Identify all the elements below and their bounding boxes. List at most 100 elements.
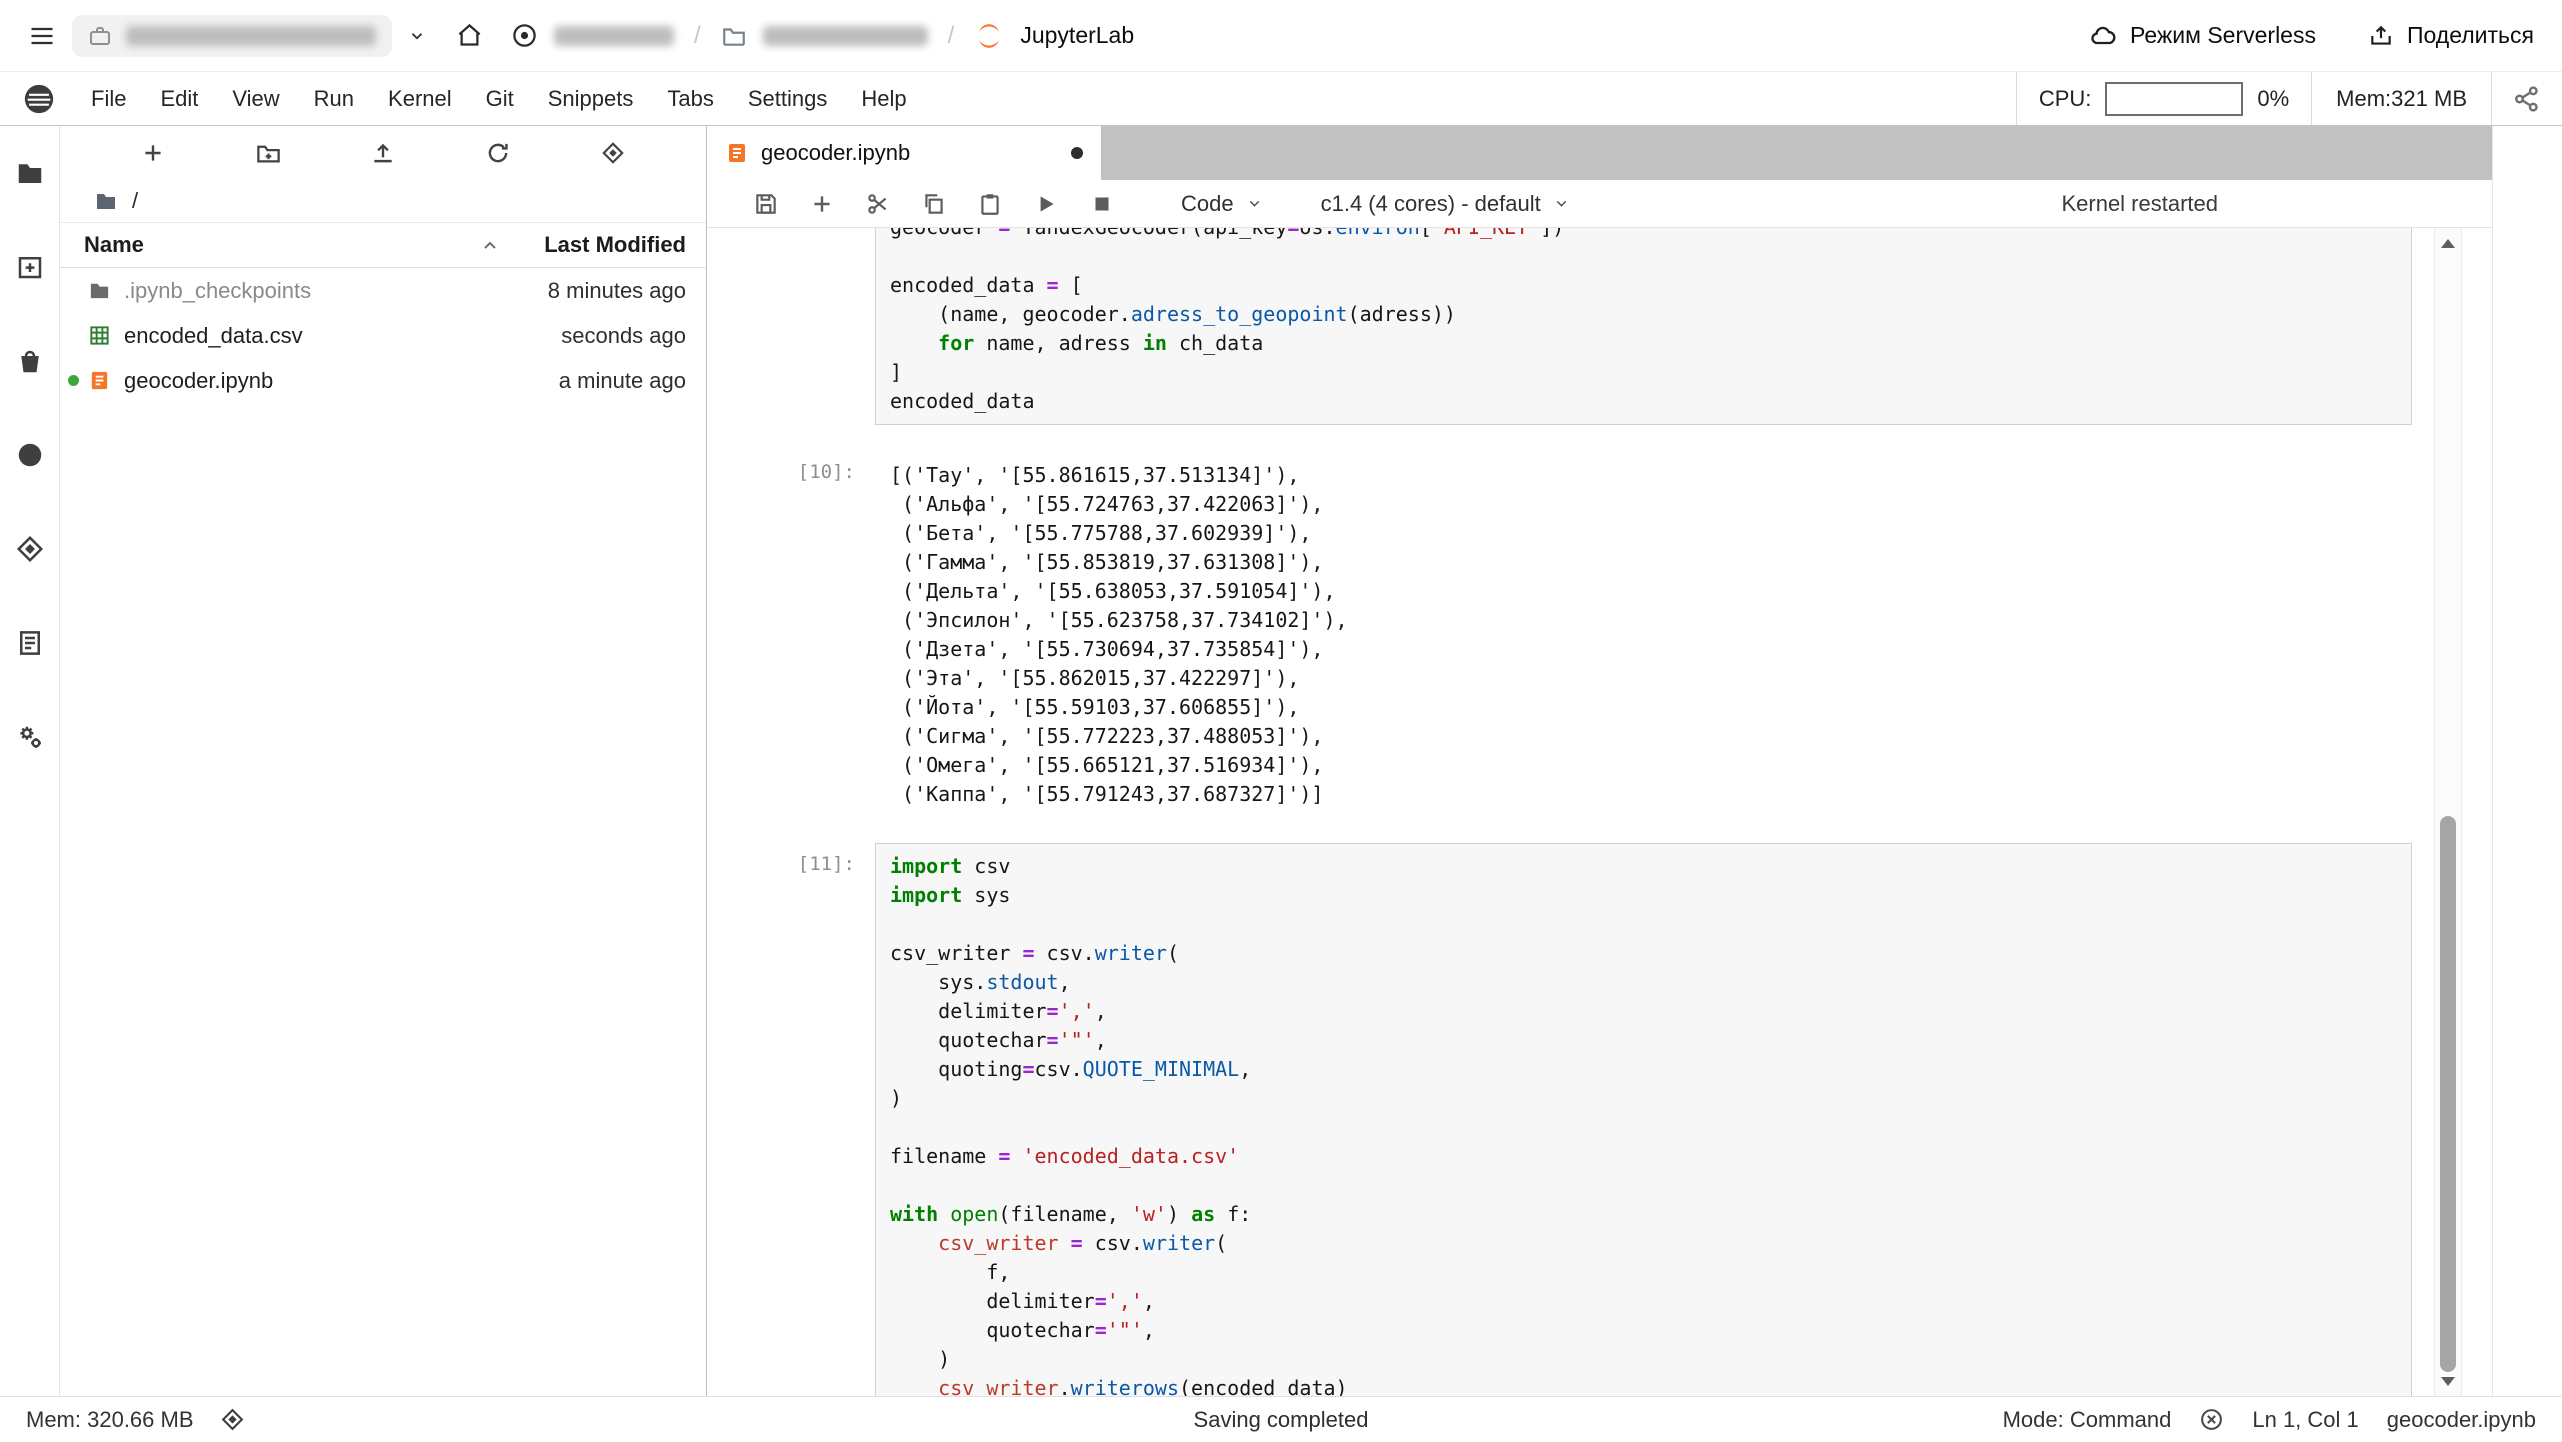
notebook-scrollbar[interactable] (2434, 228, 2462, 1396)
file-row[interactable]: encoded_data.csv seconds ago (60, 313, 706, 358)
breadcrumb-separator: / (694, 21, 701, 49)
upload-icon[interactable] (370, 140, 396, 166)
modified-column-label[interactable]: Last Modified (544, 232, 686, 258)
home-icon[interactable] (456, 22, 483, 49)
menu-snippets[interactable]: Snippets (531, 72, 651, 125)
workspace: / Name Last Modified .ipynb_checkpoints … (0, 126, 2562, 1396)
cell-type-value: Code (1181, 190, 1234, 216)
copy-icon[interactable] (921, 191, 947, 217)
cut-icon[interactable] (865, 191, 891, 217)
new-launcher-icon[interactable] (140, 140, 166, 166)
git-diamond-icon[interactable] (15, 534, 45, 564)
code-cell[interactable]: [11]: import csv import sys csv_writer = … (707, 843, 2492, 1396)
scroll-down-arrow[interactable] (2435, 1368, 2461, 1394)
top-bar: / / JupyterLab Режим Serverless Поделить… (0, 0, 2562, 72)
add-box-icon[interactable] (15, 252, 45, 282)
notifications-off-icon[interactable] (2199, 1407, 2224, 1432)
share-icon (2368, 23, 2394, 49)
stop-icon[interactable] (1089, 191, 1115, 217)
menu-git[interactable]: Git (469, 72, 531, 125)
redacted-project-name (126, 25, 376, 46)
file-name: .ipynb_checkpoints (124, 277, 312, 303)
datasphere-diamond-icon[interactable] (220, 1407, 245, 1432)
running-kernels-icon[interactable] (15, 440, 45, 470)
cpu-label: CPU: (2038, 85, 2092, 111)
menu-kernel[interactable]: Kernel (371, 72, 469, 125)
cpu-usage-meter (2105, 81, 2244, 116)
share-nodes-button[interactable] (2492, 72, 2562, 125)
menu-help[interactable]: Help (844, 72, 923, 125)
paste-icon[interactable] (977, 191, 1003, 217)
status-bar: Mem: 320.66 MB Saving completed Mode: Co… (0, 1396, 2562, 1442)
serverless-label: Режим Serverless (2130, 22, 2316, 48)
menu-edit[interactable]: Edit (143, 72, 215, 125)
hamburger-menu-icon[interactable] (28, 22, 56, 50)
memory-usage: Mem:321 MB (2336, 85, 2467, 111)
menu-settings[interactable]: Settings (731, 72, 845, 125)
share-nodes-icon (2512, 84, 2542, 114)
breadcrumb-root: / (132, 188, 139, 213)
menu-run[interactable]: Run (297, 72, 371, 125)
toc-icon[interactable] (15, 628, 45, 658)
notebook-file-icon (725, 141, 749, 165)
run-icon[interactable] (1033, 191, 1059, 217)
sort-by-name-header[interactable]: Name (84, 232, 544, 258)
menu-view[interactable]: View (215, 72, 296, 125)
cell-prompt: [10]: (797, 461, 855, 483)
share-label: Поделиться (2406, 22, 2534, 48)
chevron-down-icon[interactable] (408, 27, 426, 45)
gears-icon[interactable] (15, 722, 45, 752)
cell-editor[interactable]: geocoder = YandexGeocoder(api_key=os.env… (875, 228, 2412, 425)
main-area: geocoder.ipynb Code c1.4 (4 cores) - def… (707, 126, 2492, 1396)
cpu-percent: 0% (2257, 85, 2290, 111)
editor-mode[interactable]: Mode: Command (2003, 1407, 2172, 1433)
file-modified: seconds ago (561, 322, 686, 348)
unsaved-changes-dot[interactable] (1071, 147, 1083, 159)
folder-icon (88, 279, 111, 302)
file-name: geocoder.ipynb (124, 367, 274, 393)
tab-label: geocoder.ipynb (761, 140, 911, 165)
serverless-mode-button[interactable]: Режим Serverless (2089, 22, 2316, 50)
page-title: JupyterLab (1020, 22, 1135, 48)
bucket-icon[interactable] (15, 346, 45, 376)
cell-editor[interactable]: import csv import sys csv_writer = csv.w… (875, 843, 2412, 1396)
menu-tabs[interactable]: Tabs (650, 72, 730, 125)
cell-type-select[interactable]: Code (1181, 191, 1263, 217)
scrollbar-thumb[interactable] (2440, 816, 2456, 1372)
new-folder-icon[interactable] (255, 140, 282, 167)
menu-bar: File Edit View Run Kernel Git Snippets T… (0, 72, 2562, 126)
cell-output-text: [('Тау', '[55.861615,37.513134]'), ('Аль… (890, 463, 1348, 806)
tab-geocoder-ipynb[interactable]: geocoder.ipynb (707, 126, 1101, 180)
jupyter-icon (974, 21, 1004, 51)
git-clone-icon[interactable] (600, 140, 626, 166)
org-circle-icon[interactable] (511, 22, 538, 49)
breadcrumb[interactable]: / (60, 180, 706, 222)
kernel-status: Kernel restarted (2061, 190, 2218, 216)
add-cell-icon[interactable] (809, 191, 835, 217)
scroll-up-arrow[interactable] (2435, 230, 2461, 256)
cursor-position[interactable]: Ln 1, Col 1 (2252, 1407, 2358, 1433)
file-browser-icon[interactable] (15, 158, 45, 188)
save-icon[interactable] (753, 191, 779, 217)
folder-icon (94, 189, 118, 213)
file-modified: 8 minutes ago (547, 277, 686, 303)
menu-file[interactable]: File (74, 72, 143, 125)
app-logo-icon[interactable] (22, 82, 56, 116)
file-row[interactable]: geocoder.ipynb a minute ago (60, 358, 706, 403)
chevron-down-icon (1553, 195, 1570, 212)
code-cell[interactable]: geocoder = YandexGeocoder(api_key=os.env… (707, 228, 2492, 425)
cloud-icon (2089, 22, 2117, 50)
active-file-name: geocoder.ipynb (2386, 1406, 2536, 1432)
share-button[interactable]: Поделиться (2368, 22, 2534, 49)
kernel-select[interactable]: c1.4 (4 cores) - default (1321, 191, 1570, 217)
sort-caret-icon (482, 239, 498, 251)
refresh-icon[interactable] (485, 140, 511, 166)
file-row[interactable]: .ipynb_checkpoints 8 minutes ago (60, 268, 706, 313)
name-column-label: Name (84, 232, 144, 257)
briefcase-icon (88, 24, 112, 48)
file-list-header: Name Last Modified (60, 222, 706, 268)
output-cell[interactable]: [10]: [('Тау', '[55.861615,37.513134]'), … (707, 459, 2492, 809)
redacted-breadcrumb-item[interactable] (554, 25, 674, 46)
project-selector[interactable] (72, 14, 392, 57)
redacted-breadcrumb-item[interactable] (762, 25, 928, 46)
